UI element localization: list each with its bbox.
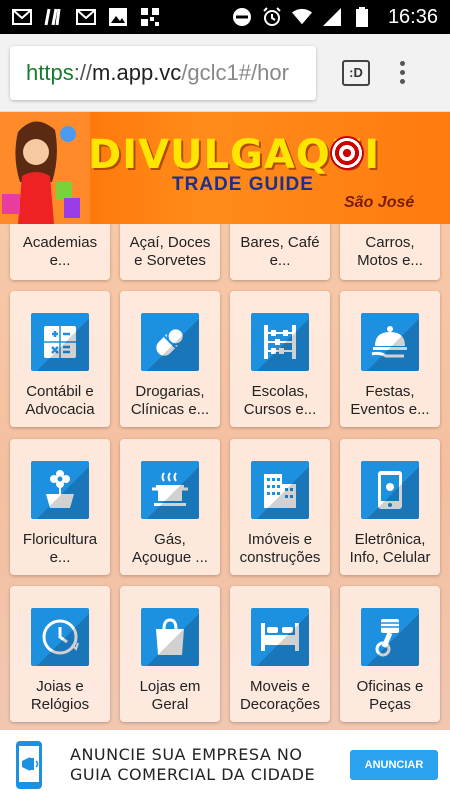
category-label: Moveis e Decorações <box>239 678 321 713</box>
shopping-bag-icon <box>141 608 199 666</box>
signal-icon <box>322 8 342 26</box>
wifi-icon <box>291 8 312 26</box>
category-label: Carros, Motos e... <box>357 234 423 269</box>
category-tile[interactable]: Drogarias, Clínicas e... <box>120 291 220 427</box>
category-tile[interactable]: Joias e Relógios <box>10 586 110 722</box>
category-tile[interactable]: Escolas, Cursos e... <box>230 291 330 427</box>
smartphone-icon <box>361 461 419 519</box>
flower-pot-icon <box>31 461 89 519</box>
category-tile[interactable]: Festas, Eventos e... <box>340 291 440 427</box>
category-label: Eletrônica, Info, Celular <box>349 531 431 566</box>
category-tile[interactable]: Imóveis e construções <box>230 439 330 575</box>
category-tile[interactable]: Carros, Motos e... <box>340 224 440 280</box>
cooking-pot-icon <box>141 461 199 519</box>
ad-banner[interactable]: ANUNCIE SUA EMPRESA NO GUIA COMERCIAL DA… <box>0 730 450 800</box>
app-icon <box>44 8 64 26</box>
category-tile[interactable]: Gás, Açougue ... <box>120 439 220 575</box>
ad-line-2: GUIA COMERCIAL DA CIDADE <box>70 765 316 784</box>
category-tile[interactable]: Contábil e Advocacia <box>10 291 110 427</box>
category-tile[interactable]: Eletrônica, Info, Celular <box>340 439 440 575</box>
clock-time: 16:36 <box>387 5 438 28</box>
bed-icon <box>251 608 309 666</box>
browser-toolbar: https://m.app.vc/gclc1#/hor :D <box>0 34 450 112</box>
category-label: Imóveis e construções <box>239 531 321 566</box>
alarm-icon <box>262 7 282 26</box>
url-separator: :// <box>73 59 93 85</box>
site-banner[interactable]: DIVULGAQUI TRADE GUIDE São José <box>0 112 450 224</box>
url-path: /gclc1#/hor <box>181 59 289 85</box>
banner-city: São José <box>344 194 415 211</box>
status-bar: 16:36 <box>0 0 450 34</box>
tabs-button[interactable]: :D <box>342 59 370 86</box>
ad-text: ANUNCIE SUA EMPRESA NO GUIA COMERCIAL DA… <box>70 745 315 785</box>
category-tile[interactable]: Lojas em Geral <box>120 586 220 722</box>
banner-subtitle: TRADE GUIDE <box>172 174 314 195</box>
category-label: Açaí, Doces e Sorvetes <box>129 234 211 269</box>
image-icon <box>108 8 128 26</box>
url-bar[interactable]: https://m.app.vc/gclc1#/hor <box>10 45 316 100</box>
anunciar-button[interactable]: ANUNCIAR <box>350 750 438 780</box>
category-tile[interactable]: Açaí, Doces e Sorvetes <box>120 224 220 280</box>
qr-icon <box>140 8 160 26</box>
gmail-icon <box>12 8 32 26</box>
category-tile[interactable]: Moveis e Decorações <box>230 586 330 722</box>
calculator-icon <box>31 313 89 371</box>
category-label: Gás, Açougue ... <box>132 531 208 566</box>
category-label: Oficinas e Peças <box>356 678 424 713</box>
url-scheme: https <box>26 59 74 85</box>
category-label: Festas, Eventos e... <box>350 383 430 418</box>
buildings-icon <box>251 461 309 519</box>
pill-icon <box>141 313 199 371</box>
battery-icon <box>352 7 372 27</box>
category-tile[interactable]: Oficinas e Peças <box>340 586 440 722</box>
clock-icon <box>31 608 89 666</box>
category-label: Bares, Café e... <box>240 234 320 269</box>
category-label: Floricultura e... <box>22 531 98 566</box>
mascot-girl-icon <box>0 112 90 224</box>
category-label: Escolas, Cursos e... <box>243 383 317 418</box>
category-label: Joias e Relógios <box>30 678 90 713</box>
category-label: Lojas em Geral <box>139 678 201 713</box>
dnd-icon <box>232 8 252 26</box>
gmail-icon <box>76 8 96 26</box>
overflow-menu-icon[interactable] <box>400 61 405 84</box>
abacus-icon <box>251 313 309 371</box>
category-label: Academias e... <box>22 234 98 269</box>
cloche-icon <box>361 313 419 371</box>
target-icon <box>330 136 364 170</box>
category-label: Contábil e Advocacia <box>25 383 95 418</box>
category-tile[interactable]: Academias e... <box>10 224 110 280</box>
category-tile[interactable]: Floricultura e... <box>10 439 110 575</box>
ad-line-1: ANUNCIE SUA EMPRESA NO <box>70 745 303 764</box>
piston-icon <box>361 608 419 666</box>
category-grid: Academias e... Açaí, Doces e Sorvetes Ba… <box>0 224 450 730</box>
url-host: m.app.vc <box>92 59 182 85</box>
megaphone-phone-icon <box>16 741 42 789</box>
category-tile[interactable]: Bares, Café e... <box>230 224 330 280</box>
category-label: Drogarias, Clínicas e... <box>130 383 210 418</box>
